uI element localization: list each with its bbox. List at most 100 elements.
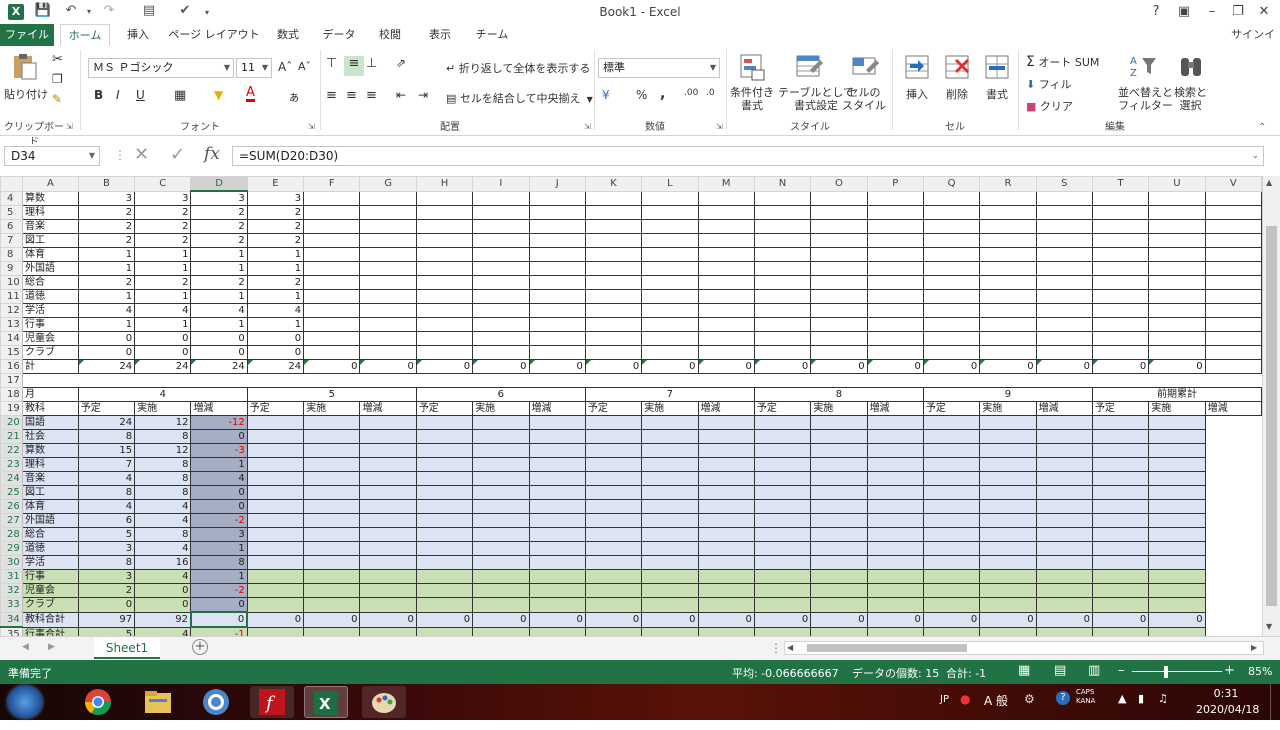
- cell[interactable]: 2: [134, 233, 192, 248]
- sub-header-cell[interactable]: 実施: [810, 401, 868, 416]
- cell[interactable]: [922, 219, 981, 234]
- cell[interactable]: [528, 233, 586, 248]
- cell[interactable]: [584, 569, 643, 584]
- form-icon[interactable]: ▤: [140, 3, 158, 18]
- cell[interactable]: [753, 457, 812, 472]
- cell[interactable]: [528, 626, 586, 636]
- delete-cells-icon[interactable]: [942, 52, 972, 82]
- grow-font-icon[interactable]: Aˆ: [278, 60, 292, 74]
- cell[interactable]: [866, 317, 924, 332]
- cell[interactable]: 体育: [21, 247, 79, 262]
- column-header-a[interactable]: A: [21, 176, 79, 192]
- cell[interactable]: [303, 261, 361, 276]
- cell[interactable]: [866, 289, 924, 304]
- cell[interactable]: [359, 373, 417, 388]
- cell[interactable]: 0: [359, 359, 417, 374]
- cell[interactable]: [359, 415, 417, 430]
- cell[interactable]: [753, 597, 812, 613]
- cell[interactable]: [641, 219, 699, 234]
- cell[interactable]: [1148, 569, 1206, 584]
- cell[interactable]: [866, 471, 924, 486]
- cell[interactable]: [753, 205, 812, 220]
- column-header-q[interactable]: Q: [922, 176, 981, 192]
- border-icon[interactable]: ▦: [174, 88, 186, 103]
- cell[interactable]: [303, 303, 361, 318]
- cell[interactable]: [359, 597, 417, 613]
- cell[interactable]: [922, 583, 981, 598]
- cell[interactable]: 1: [190, 247, 248, 262]
- cell[interactable]: [922, 555, 981, 570]
- cell[interactable]: [922, 275, 981, 290]
- cell[interactable]: [472, 597, 530, 613]
- cell[interactable]: [979, 499, 1037, 514]
- cell[interactable]: [979, 569, 1037, 584]
- cell[interactable]: [641, 499, 699, 514]
- cell[interactable]: [528, 471, 586, 486]
- cell[interactable]: [528, 219, 586, 234]
- sub-header-cell[interactable]: 増減: [359, 401, 417, 416]
- cell[interactable]: [979, 527, 1037, 542]
- zoom-slider-thumb[interactable]: [1164, 666, 1168, 678]
- cell[interactable]: 24: [190, 359, 248, 374]
- save-icon[interactable]: 💾: [34, 3, 52, 18]
- tab-data[interactable]: データ: [316, 24, 362, 46]
- cell[interactable]: [697, 205, 755, 220]
- tab-review[interactable]: 校閲: [368, 24, 412, 46]
- cell[interactable]: [472, 471, 530, 486]
- column-header-d[interactable]: D: [190, 176, 248, 192]
- cell[interactable]: [1091, 583, 1150, 598]
- cell[interactable]: [528, 275, 586, 290]
- cell[interactable]: [1035, 303, 1093, 318]
- cell[interactable]: [697, 597, 755, 613]
- cell[interactable]: 児童会: [21, 331, 79, 346]
- cell[interactable]: [979, 457, 1037, 472]
- cell[interactable]: [641, 583, 699, 598]
- cell[interactable]: [359, 261, 417, 276]
- tab-view[interactable]: 表示: [418, 24, 462, 46]
- cell[interactable]: [472, 303, 530, 318]
- cell[interactable]: [359, 541, 417, 556]
- row-header[interactable]: 13: [0, 317, 23, 332]
- cell[interactable]: [979, 513, 1037, 528]
- cell[interactable]: [415, 331, 474, 346]
- row-header[interactable]: 17: [0, 373, 23, 388]
- cell[interactable]: [922, 415, 981, 430]
- sub-header-cell[interactable]: 増減: [1204, 401, 1262, 416]
- column-header-e[interactable]: E: [246, 176, 305, 192]
- cell[interactable]: 1: [77, 317, 136, 332]
- cell[interactable]: 0: [77, 331, 136, 346]
- cell[interactable]: [1148, 443, 1206, 458]
- cell[interactable]: [922, 233, 981, 248]
- formula-input[interactable]: =SUM(D20:D30) ⌄: [232, 146, 1264, 166]
- cell[interactable]: [585, 373, 642, 388]
- cell[interactable]: [641, 485, 699, 500]
- cell[interactable]: [1035, 331, 1093, 346]
- cell[interactable]: -1: [190, 626, 248, 636]
- cell[interactable]: [528, 331, 586, 346]
- cell[interactable]: 4: [190, 471, 248, 486]
- cell[interactable]: [246, 527, 305, 542]
- cell[interactable]: 0: [1091, 611, 1150, 628]
- ime-language[interactable]: JP: [940, 694, 949, 705]
- cell[interactable]: [584, 205, 643, 220]
- shrink-font-icon[interactable]: Aˇ: [298, 60, 311, 73]
- cell[interactable]: 4: [190, 303, 248, 318]
- column-header-f[interactable]: F: [303, 176, 361, 192]
- cell[interactable]: [810, 569, 868, 584]
- cell[interactable]: [697, 345, 755, 360]
- check-icon[interactable]: ✔: [176, 3, 194, 18]
- cell[interactable]: 0: [1148, 359, 1206, 374]
- cell[interactable]: 1: [134, 289, 192, 304]
- cell[interactable]: 1: [190, 569, 248, 584]
- cell[interactable]: [1035, 527, 1093, 542]
- cell[interactable]: [753, 303, 812, 318]
- sub-header-cell[interactable]: 増減: [697, 401, 755, 416]
- cell[interactable]: [979, 415, 1037, 430]
- cell[interactable]: [359, 583, 417, 598]
- cell[interactable]: 外国語: [21, 261, 79, 276]
- cell[interactable]: [359, 275, 417, 290]
- cell[interactable]: [528, 415, 586, 430]
- font-launcher-icon[interactable]: ⇲: [308, 122, 315, 131]
- cell[interactable]: [415, 190, 474, 206]
- cell[interactable]: [359, 485, 417, 500]
